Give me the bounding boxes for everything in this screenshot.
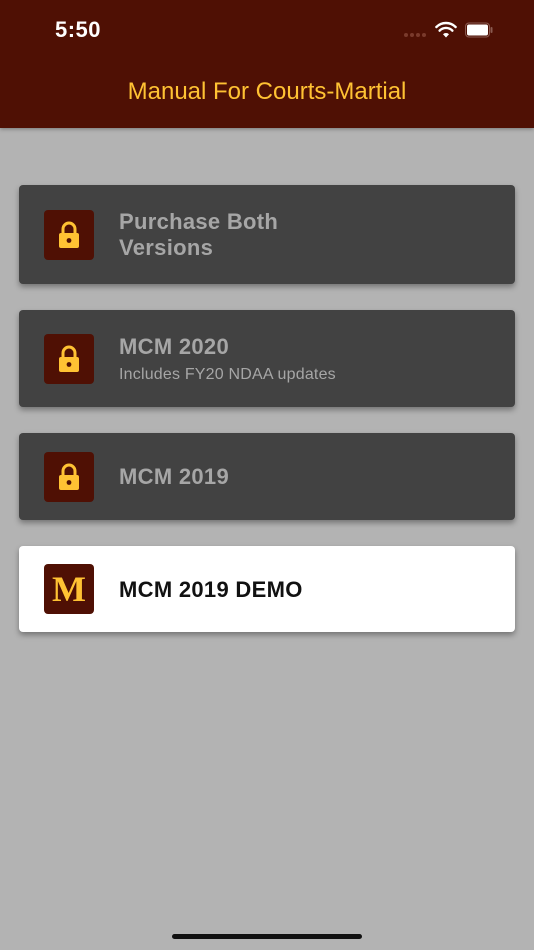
lock-icon [59,221,79,248]
lock-badge [44,334,94,384]
m-logo-icon: M [44,564,94,614]
cellular-signal-icon [404,33,428,38]
item-title-line1: Purchase Both [119,209,279,234]
lock-badge [44,210,94,260]
mcm-2019-button[interactable]: MCM 2019 [19,433,515,520]
battery-icon [465,22,493,38]
mcm-2019-demo-button[interactable]: M MCM 2019 DEMO [19,546,515,632]
status-time: 5:50 [55,17,102,42]
home-indicator[interactable] [172,934,362,939]
mcm-2020-button[interactable]: MCM 2020 Includes FY20 NDAA updates [19,310,515,407]
app-header: 5:50 Manual For Courts-Martial [0,0,534,128]
lock-badge [44,452,94,502]
lock-icon [59,463,79,490]
m-logo-letter: M [52,569,86,609]
purchase-both-versions-button[interactable]: Purchase Both Versions [19,185,515,284]
page-title: Manual For Courts-Martial [127,78,407,105]
item-title: MCM 2019 DEMO [119,577,303,602]
wifi-icon [435,21,457,38]
item-subtitle: Includes FY20 NDAA updates [119,366,336,383]
item-title-line2: Versions [119,235,214,260]
lock-icon [59,345,79,372]
item-title: MCM 2019 [119,464,229,489]
item-title: MCM 2020 [119,334,229,359]
